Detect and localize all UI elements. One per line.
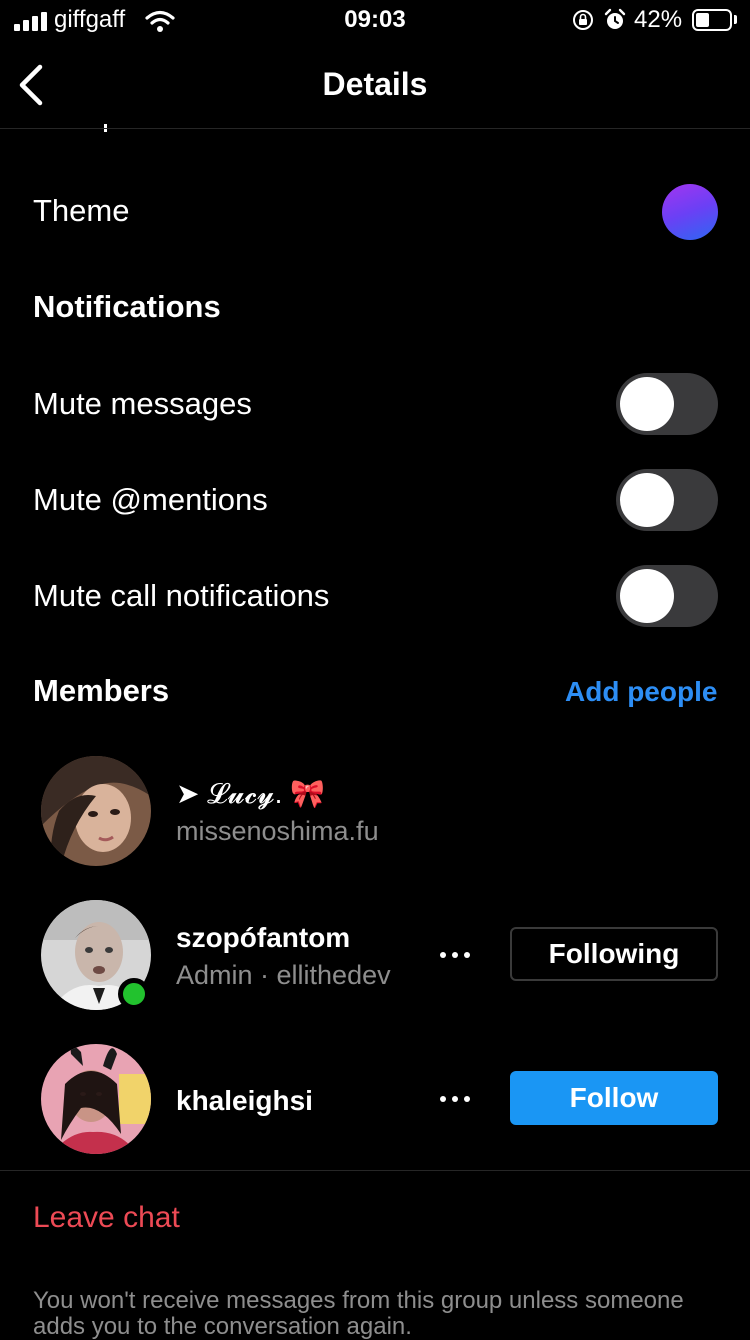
member-name[interactable]: khaleighsi — [176, 1085, 313, 1117]
mute-calls-toggle[interactable] — [616, 565, 718, 627]
battery-icon — [692, 9, 732, 31]
toggle-knob — [620, 569, 674, 623]
theme-label[interactable]: Theme — [33, 193, 129, 229]
add-people-button[interactable]: Add people — [565, 676, 717, 708]
members-heading: Members — [33, 673, 170, 708]
battery-percent: 42% — [634, 6, 683, 33]
leave-chat-footnote: You won't receive messages from this gro… — [33, 1287, 684, 1340]
member-role-username: Admin · ellithedev — [176, 960, 391, 990]
mute-calls-label: Mute call notifications — [33, 578, 330, 613]
member-name[interactable]: ➤ 𝓛𝓾𝓬𝔂. 🎀 — [176, 777, 325, 811]
notifications-heading: Notifications — [33, 289, 221, 324]
toggle-knob — [620, 377, 674, 431]
page-title: Details — [322, 66, 428, 102]
battery-tip — [734, 15, 737, 24]
member-username: missenoshima.fu — [176, 816, 379, 846]
avatar[interactable] — [41, 1044, 151, 1154]
orientation-lock-icon — [573, 10, 593, 30]
alarm-icon — [604, 8, 626, 29]
mute-mentions-toggle[interactable] — [616, 469, 718, 531]
battery-level — [696, 13, 709, 27]
following-button[interactable]: Following — [510, 927, 718, 981]
leave-chat-button[interactable]: Leave chat — [33, 1201, 180, 1235]
more-dots-icon[interactable] — [438, 950, 472, 960]
theme-swatch[interactable] — [662, 184, 718, 240]
mute-messages-label: Mute messages — [33, 386, 252, 421]
online-status-dot — [118, 978, 150, 1010]
avatar[interactable] — [41, 756, 151, 866]
mute-mentions-label: Mute @mentions — [33, 482, 268, 517]
member-name[interactable]: szopófantom — [176, 922, 350, 954]
section-divider — [0, 1170, 750, 1171]
more-dots-icon[interactable] — [438, 1094, 472, 1104]
mute-messages-toggle[interactable] — [616, 373, 718, 435]
status-bar: giffgaff 09:03 42% — [0, 0, 750, 44]
toggle-knob — [620, 473, 674, 527]
follow-button[interactable]: Follow — [510, 1071, 718, 1125]
nav-divider — [0, 128, 750, 129]
